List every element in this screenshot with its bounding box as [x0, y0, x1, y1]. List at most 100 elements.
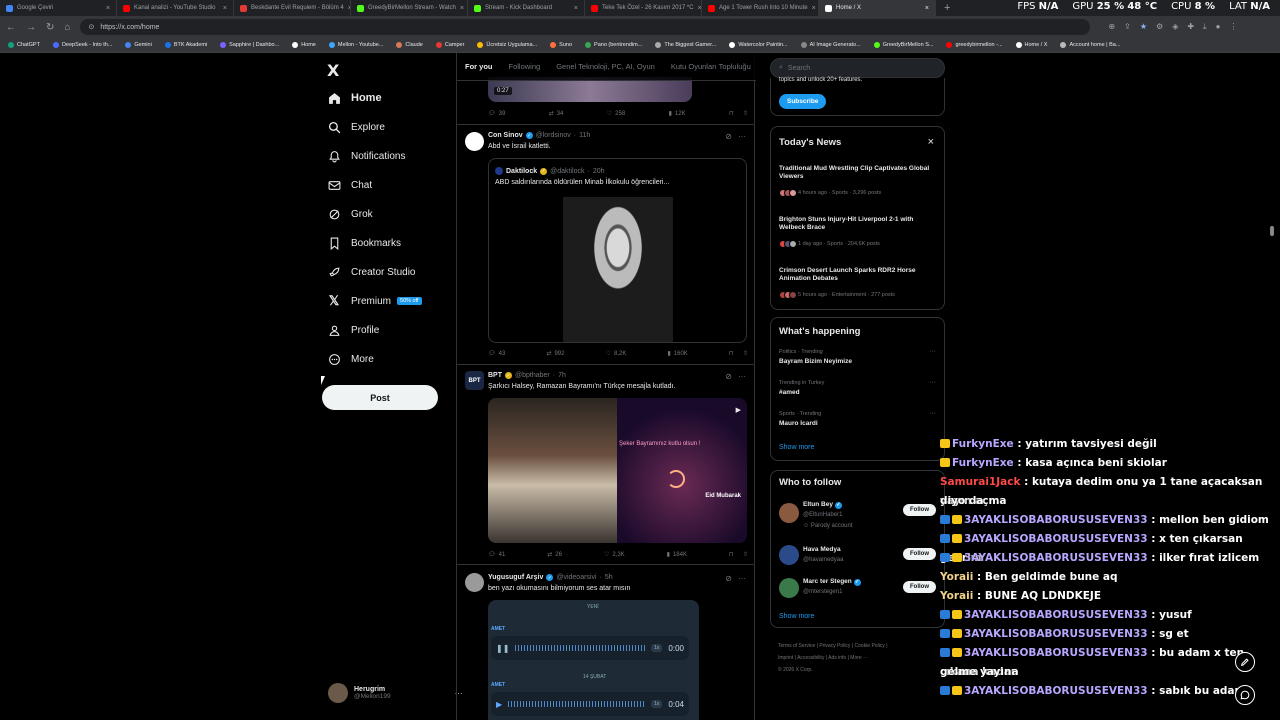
close-icon[interactable]: ×: [928, 136, 934, 148]
more-icon[interactable]: ···: [738, 132, 746, 141]
forward-icon[interactable]: →: [26, 22, 36, 33]
like-button[interactable]: ♡ 258: [607, 110, 625, 118]
puzzle-icon[interactable]: ✚: [1187, 22, 1194, 32]
bookmark-item[interactable]: Home: [292, 42, 316, 48]
bookmark-icon[interactable]: ⊓: [729, 350, 734, 357]
bookmark-item[interactable]: Suno: [550, 42, 572, 48]
profile-icon[interactable]: ●: [1216, 22, 1221, 32]
share-icon[interactable]: ⇧: [743, 110, 748, 117]
nav-creator-studio[interactable]: Creator Studio: [327, 262, 415, 282]
nav-more[interactable]: More: [327, 349, 374, 369]
show-more-link[interactable]: Show more: [779, 613, 814, 620]
tab-following[interactable]: Following: [509, 62, 541, 71]
follow-button[interactable]: Follow: [903, 581, 936, 593]
like-button[interactable]: ♡ 2,3K: [604, 551, 625, 559]
author-handle[interactable]: @lordsinov: [536, 132, 571, 139]
browser-tab-active[interactable]: Home / X ×: [819, 0, 936, 16]
play-icon[interactable]: ▶: [736, 406, 741, 414]
download-icon[interactable]: ⤓: [1203, 22, 1207, 32]
quoted-post[interactable]: Daktilock ✓ @daktilock · 20h ABD saldırıları…: [488, 158, 747, 343]
nav-explore[interactable]: Explore: [327, 117, 385, 137]
author-handle[interactable]: @videoarsivi: [556, 574, 596, 581]
footer-link[interactable]: More ···: [850, 655, 868, 661]
back-icon[interactable]: ←: [6, 22, 16, 33]
trend-name[interactable]: Mauro Icardi: [779, 420, 818, 427]
more-icon[interactable]: ···: [929, 379, 936, 386]
pause-icon[interactable]: ❚❚: [496, 644, 509, 653]
bookmark-item[interactable]: GreedyBirMellon S...: [873, 42, 933, 48]
audio-message-media[interactable]: YENİ AMET ❚❚ 1x 0:00 14 ŞUBAT AMET ▶ 1x …: [488, 600, 699, 720]
star-icon[interactable]: ★: [1140, 22, 1147, 32]
waveform[interactable]: [515, 645, 646, 651]
footer-link[interactable]: Accessibility: [797, 655, 824, 661]
photo[interactable]: [488, 398, 617, 543]
shield-icon[interactable]: ◈: [1172, 22, 1178, 32]
share-icon[interactable]: ⇪: [1124, 22, 1131, 32]
bookmark-item[interactable]: ChatGPT: [8, 42, 40, 48]
bookmark-item[interactable]: Ücretsiz Uygulama...: [477, 42, 537, 48]
post-time[interactable]: 5h: [605, 574, 613, 581]
share-icon[interactable]: ⇧: [743, 350, 748, 357]
nav-bookmarks[interactable]: Bookmarks: [327, 233, 401, 253]
close-tab-icon[interactable]: ×: [223, 5, 227, 12]
avatar[interactable]: [779, 545, 799, 565]
bookmark-item[interactable]: AI Image Generato...: [800, 42, 861, 48]
follow-name[interactable]: Hava Medya: [803, 546, 841, 553]
avatar[interactable]: [465, 132, 484, 151]
reload-icon[interactable]: ↻: [46, 22, 54, 33]
browser-tab[interactable]: Google Çeviri ×: [0, 0, 117, 16]
avatar[interactable]: BPT: [465, 371, 484, 390]
new-tab-button[interactable]: +: [936, 2, 958, 14]
bookmark-item[interactable]: BTK Akademi: [164, 42, 207, 48]
messages-icon[interactable]: [1235, 685, 1255, 705]
close-tab-icon[interactable]: ×: [574, 5, 578, 12]
author-name[interactable]: Con Sinov: [488, 132, 523, 139]
close-tab-icon[interactable]: ×: [460, 5, 464, 12]
close-tab-icon[interactable]: ×: [812, 5, 816, 12]
waveform[interactable]: [508, 701, 646, 707]
repost-button[interactable]: ⇄ 992: [546, 350, 564, 358]
bookmark-item[interactable]: Pano (bentrendim...: [585, 42, 642, 48]
bookmark-item[interactable]: Account home | Ba...: [1060, 42, 1120, 48]
compose-icon[interactable]: [1235, 652, 1255, 672]
bookmark-item[interactable]: Claude: [396, 42, 423, 48]
grok-icon[interactable]: ⊘: [725, 132, 732, 141]
browser-tab[interactable]: Teke Tek Özel - 26 Kasım 2017 *C ×: [585, 0, 702, 16]
nav-home[interactable]: Home: [327, 88, 382, 108]
post-time[interactable]: 7h: [558, 372, 566, 379]
more-icon[interactable]: ···: [738, 372, 746, 381]
repost-button[interactable]: ⇄ 34: [549, 110, 564, 118]
grok-icon[interactable]: ⊘: [725, 574, 732, 583]
reply-button[interactable]: 💬︎ 43: [488, 350, 505, 358]
follow-name[interactable]: Marc ter Stegen: [803, 578, 852, 585]
bookmark-item[interactable]: Mellon - Youtube...: [328, 42, 383, 48]
follow-button[interactable]: Follow: [903, 504, 936, 516]
author-handle[interactable]: @bpthaber: [515, 372, 550, 379]
news-headline[interactable]: Crimson Desert Launch Sparks RDR2 Horse …: [779, 267, 939, 284]
browser-tab[interactable]: Beskdante Evil Requiem - Bölüm 4×: [234, 0, 351, 16]
close-tab-icon[interactable]: ×: [925, 5, 929, 12]
browser-tab[interactable]: GreedyBirMellon Stream - Watch ×: [351, 0, 468, 16]
browser-tab[interactable]: Kanal analizi - YouTube Studio ×: [117, 0, 234, 16]
more-icon[interactable]: ···: [929, 348, 936, 355]
account-switcher[interactable]: Herugrim @Mellon199 ···: [328, 683, 463, 703]
menu-icon[interactable]: ⋮: [1229, 22, 1237, 32]
avatar[interactable]: [779, 578, 799, 598]
follow-name[interactable]: Eltun Bey: [803, 501, 833, 508]
bookmark-item[interactable]: Home / X: [1015, 42, 1047, 48]
footer-link[interactable]: Terms of Service: [778, 643, 815, 649]
url-field[interactable]: ⊙ https://x.com/home: [80, 19, 1091, 35]
page-scrollbar[interactable]: [1270, 226, 1274, 236]
show-more-link[interactable]: Show more: [779, 444, 814, 451]
views-button[interactable]: ▮ 184K: [667, 551, 687, 559]
repost-button[interactable]: ⇄ 26: [547, 551, 562, 559]
tab-community[interactable]: Kutu Oyunları Topluluğu: [671, 62, 751, 71]
post[interactable]: BPT BPT ✓ @bpthaber · 7h ⊘ ··· Şarkıcı Halsey…: [457, 365, 754, 565]
avatar[interactable]: [779, 503, 799, 523]
reply-button[interactable]: 💬︎ 39: [488, 110, 505, 118]
bookmark-item[interactable]: Gemini: [125, 42, 152, 48]
more-icon[interactable]: ···: [738, 574, 746, 583]
post-button[interactable]: Post: [322, 385, 438, 410]
bookmark-icon[interactable]: ⊓: [729, 551, 734, 558]
follow-button[interactable]: Follow: [903, 548, 936, 560]
